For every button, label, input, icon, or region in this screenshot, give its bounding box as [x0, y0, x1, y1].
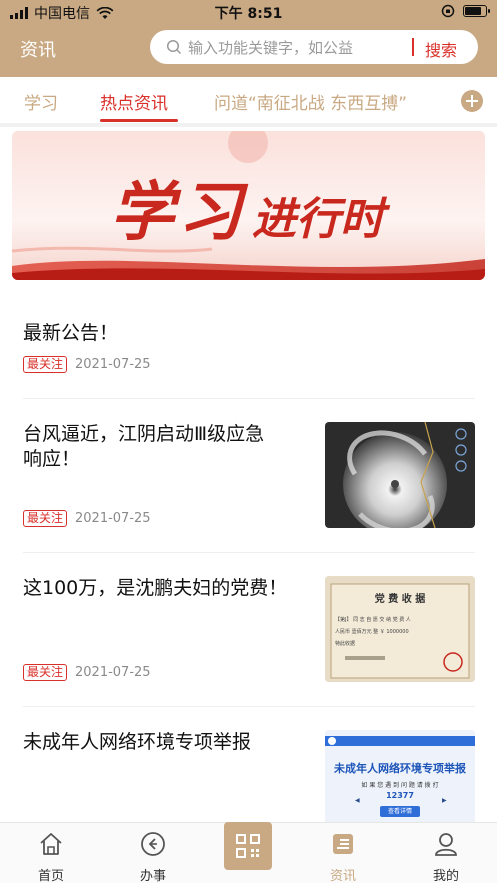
- search-input[interactable]: 输入功能关键字，如公益: [188, 37, 353, 58]
- news-meta: 最关注 2021-07-25: [23, 510, 151, 527]
- news-meta: 最关注 2021-07-25: [23, 664, 151, 681]
- plus-circle-icon[interactable]: [461, 90, 483, 112]
- tabbar-news-label: 资讯: [329, 869, 356, 883]
- receipt-thumbnail: 党 费 收 据 【第J】 同 志 自 愿 交 纳 党 费 人 人民币 壹佰万元 …: [325, 576, 475, 682]
- report-thumbnail: ◀ ▶ 未成年人网络环境专项举报 如 果 您 遇 到 问 题 请 拨 打 123…: [325, 730, 475, 822]
- search-box[interactable]: 输入功能关键字，如公益 搜索: [150, 30, 478, 64]
- active-tab-indicator: [100, 119, 178, 122]
- status-bar: 中国电信 下午 8:51: [0, 0, 497, 24]
- news-badge: 最关注: [23, 356, 68, 373]
- news-item[interactable]: 台风逼近，江阴启动Ⅲ级应急 响应！ 最关注 2021-07-25: [0, 399, 497, 552]
- status-time: 下午 8:51: [214, 6, 283, 22]
- news-item[interactable]: 最新公告！ 最关注 2021-07-25: [0, 300, 497, 398]
- report-subline: 如 果 您 遇 到 问 题 请 拨 打: [361, 782, 439, 789]
- banner-title-script: 学习: [110, 175, 246, 250]
- news-item[interactable]: 这100万，是沈鹏夫妇的党费！ 最关注 2021-07-25 党 费 收 据 【…: [0, 553, 497, 706]
- tab-wendao[interactable]: 问道“南征北战 东西互搏”: [214, 89, 407, 114]
- typhoon-thumbnail: [325, 422, 475, 528]
- tab-study[interactable]: 学习: [24, 89, 58, 114]
- tabbar-service[interactable]: 办事: [103, 823, 203, 883]
- search-icon: [166, 39, 182, 55]
- tabbar-profile[interactable]: 我的: [396, 823, 496, 883]
- tabbar-home[interactable]: 首页: [1, 823, 101, 883]
- home-icon: [40, 833, 62, 855]
- news-badge: 最关注: [23, 510, 68, 527]
- receipt-line1: 【第J】 同 志 自 愿 交 纳 党 费 人: [335, 617, 411, 623]
- header-bar: 中国电信 下午 8:51 资讯 输入功能关键字，如公益 搜索: [0, 0, 497, 77]
- tabbar-home-label: 首页: [37, 869, 64, 883]
- status-right: [441, 4, 490, 18]
- search-divider: [412, 38, 414, 56]
- tabbar-service-label: 办事: [139, 869, 166, 883]
- scan-button[interactable]: [224, 822, 272, 870]
- banner-title-bold: 进行时: [252, 194, 384, 245]
- news-title: 最新公告！: [23, 322, 119, 344]
- study-banner[interactable]: 学习 进行时: [12, 131, 485, 280]
- profile-icon: [435, 833, 457, 856]
- receipt-heading: 党 费 收 据: [374, 594, 426, 605]
- battery-icon: [463, 5, 490, 17]
- report-phone: 12377: [386, 791, 414, 800]
- news-title: 未成年人网络环境专项举报: [23, 731, 252, 753]
- rotation-lock-icon: [441, 4, 455, 18]
- news-badge: 最关注: [23, 664, 68, 681]
- tabbar-profile-label: 我的: [432, 869, 459, 883]
- tabs-divider: [0, 123, 497, 127]
- news-title-line2: 响应！: [23, 448, 81, 470]
- news-icon: [333, 834, 353, 854]
- news-date: 2021-07-25: [75, 357, 151, 372]
- report-detail-button: 查看详情: [380, 806, 420, 817]
- news-date: 2021-07-25: [75, 511, 151, 526]
- news-title: 这100万，是沈鹏夫妇的党费！: [23, 577, 288, 599]
- tab-hot-news[interactable]: 热点资讯: [100, 89, 168, 114]
- page-title: 资讯: [20, 40, 56, 61]
- service-icon: [141, 832, 165, 856]
- banner-graphic: [12, 131, 485, 280]
- search-button[interactable]: 搜索: [425, 37, 457, 61]
- receipt-line2: 人民币 壹佰万元 整 ￥ 1000000: [335, 629, 409, 635]
- tabbar-news[interactable]: 资讯: [293, 823, 393, 883]
- news-meta: 最关注 2021-07-25: [23, 356, 151, 373]
- receipt-line3: 特此收据: [335, 641, 356, 647]
- category-tabs: 学习 热点资讯 问道“南征北战 东西互搏”: [0, 77, 497, 123]
- news-item[interactable]: 未成年人网络环境专项举报 ◀ ▶ 未成年人网络环境专项举报 如 果 您 遇 到 …: [0, 707, 497, 822]
- qr-scan-icon: [236, 834, 260, 858]
- report-heading: 未成年人网络环境专项举报: [334, 762, 466, 775]
- battery-level: [465, 7, 481, 15]
- news-date: 2021-07-25: [75, 665, 151, 680]
